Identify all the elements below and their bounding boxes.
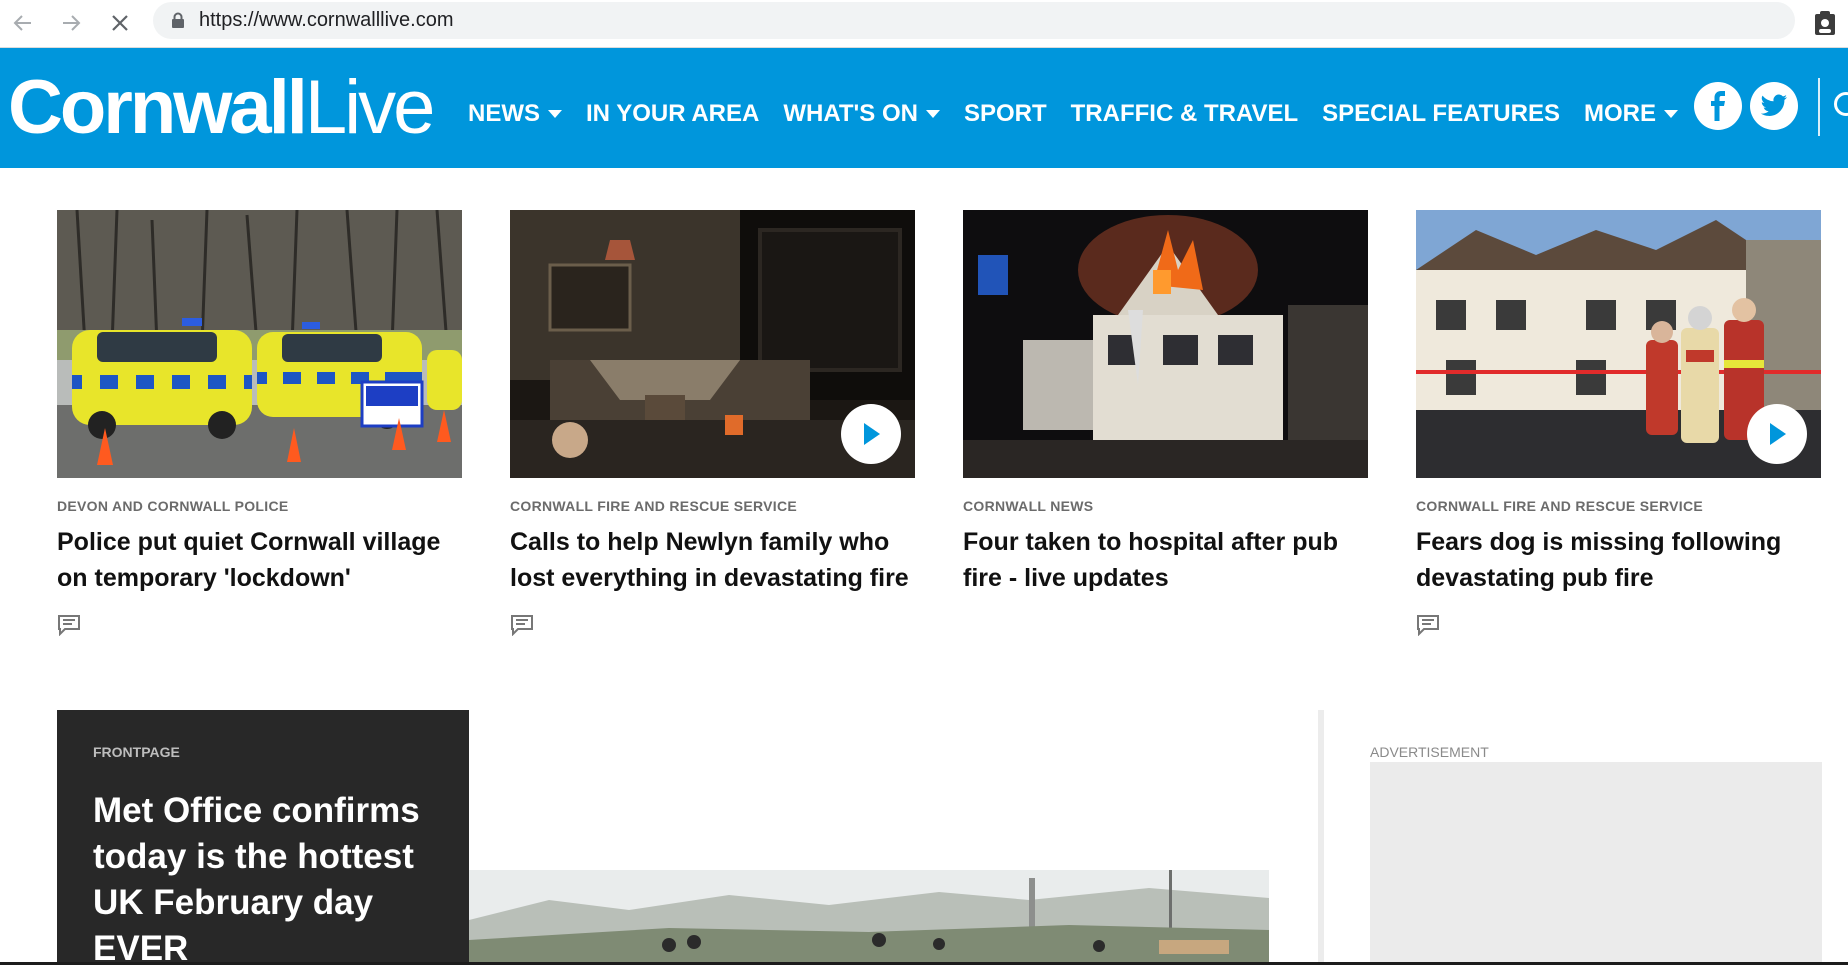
address-bar[interactable]: https://www.cornwalllive.com	[153, 2, 1795, 39]
nav-item-sport[interactable]: SPORT	[964, 100, 1047, 128]
play-video-button[interactable]	[1747, 404, 1807, 464]
nav-label: IN YOUR AREA	[586, 100, 760, 127]
play-icon	[864, 423, 880, 445]
article-headline[interactable]: Fears dog is missing following devastati…	[1416, 524, 1821, 596]
logo-word-light: Live	[304, 65, 435, 150]
play-video-button[interactable]	[841, 404, 901, 464]
article-card[interactable]: CORNWALL FIRE AND RESCUE SERVICE Fears d…	[1416, 210, 1821, 637]
nav-item-in-your-area[interactable]: IN YOUR AREA	[586, 100, 759, 128]
article-card[interactable]: CORNWALL NEWS Four taken to hospital aft…	[963, 210, 1368, 596]
caret-down-icon	[925, 110, 940, 118]
article-headline[interactable]: Police put quiet Cornwall village on tem…	[57, 524, 462, 596]
main-navigation: NEWS IN YOUR AREA WHAT'S ON SPORT TRAFFI…	[468, 96, 1702, 132]
comment-icon[interactable]	[1416, 614, 1440, 637]
nav-item-whats-on[interactable]: WHAT'S ON	[783, 100, 940, 128]
advertisement-label: ADVERTISEMENT	[1370, 744, 1489, 760]
site-logo[interactable]: CornwallLive	[8, 65, 435, 150]
article-headline[interactable]: Four taken to hospital after pub fire - …	[963, 524, 1368, 596]
caret-down-icon	[1663, 110, 1678, 118]
article-image-firefighters[interactable]	[1416, 210, 1821, 478]
article-card[interactable]: CORNWALL FIRE AND RESCUE SERVICE Calls t…	[510, 210, 915, 637]
search-icon[interactable]	[1834, 92, 1848, 116]
nav-item-news[interactable]: NEWS	[468, 100, 562, 128]
nav-label: SPECIAL FEATURES	[1322, 100, 1560, 127]
site-header: CornwallLive NEWS IN YOUR AREA WHAT'S ON…	[0, 48, 1848, 168]
lead-story-headline[interactable]: Met Office confirms today is the hottest…	[93, 788, 443, 972]
article-image-fire-damage[interactable]	[510, 210, 915, 478]
header-divider	[1818, 78, 1820, 136]
twitter-icon	[1760, 94, 1787, 116]
close-icon	[112, 15, 128, 31]
arrow-right-icon	[63, 15, 81, 31]
article-category[interactable]: CORNWALL FIRE AND RESCUE SERVICE	[510, 498, 915, 514]
nav-item-special-features[interactable]: SPECIAL FEATURES	[1322, 100, 1560, 128]
browser-toolbar: https://www.cornwalllive.com	[0, 0, 1848, 48]
column-divider	[1318, 710, 1324, 965]
lock-icon	[171, 12, 185, 29]
article-image-pub-fire[interactable]	[963, 210, 1368, 478]
back-button[interactable]	[6, 6, 40, 40]
facebook-button[interactable]	[1694, 82, 1742, 130]
nav-item-more[interactable]: MORE	[1584, 100, 1678, 128]
nav-label: MORE	[1583, 100, 1656, 127]
twitter-button[interactable]	[1750, 82, 1798, 130]
caret-down-icon	[548, 110, 562, 118]
nav-label: WHAT'S ON	[783, 100, 918, 127]
forward-button[interactable]	[54, 6, 88, 40]
lead-story-category[interactable]: FRONTPAGE	[93, 744, 180, 760]
comment-icon[interactable]	[57, 614, 81, 637]
article-category[interactable]: DEVON AND CORNWALL POLICE	[57, 498, 462, 514]
extension-icon[interactable]	[1812, 8, 1838, 38]
advertisement-slot[interactable]	[1370, 762, 1822, 965]
article-category[interactable]: CORNWALL NEWS	[963, 498, 1368, 514]
play-icon	[1770, 423, 1786, 445]
article-headline[interactable]: Calls to help Newlyn family who lost eve…	[510, 524, 915, 596]
logo-word-bold: Cornwall	[8, 65, 308, 150]
article-card[interactable]: DEVON AND CORNWALL POLICE Police put qui…	[57, 210, 462, 637]
url-text: https://www.cornwalllive.com	[199, 9, 454, 31]
nav-label: NEWS	[468, 100, 540, 127]
nav-item-traffic-travel[interactable]: TRAFFIC & TRAVEL	[1071, 100, 1299, 128]
frontpage-lead-story[interactable]: FRONTPAGE Met Office confirms today is t…	[57, 710, 469, 968]
comment-icon[interactable]	[510, 614, 534, 637]
lead-story-image[interactable]	[469, 870, 1269, 965]
nav-label: TRAFFIC & TRAVEL	[1070, 100, 1299, 127]
arrow-left-icon	[13, 15, 31, 31]
article-category[interactable]: CORNWALL FIRE AND RESCUE SERVICE	[1416, 498, 1821, 514]
facebook-icon	[1711, 91, 1725, 121]
stop-loading-button[interactable]	[103, 6, 137, 40]
article-image-police[interactable]	[57, 210, 462, 478]
nav-label: SPORT	[963, 100, 1047, 127]
